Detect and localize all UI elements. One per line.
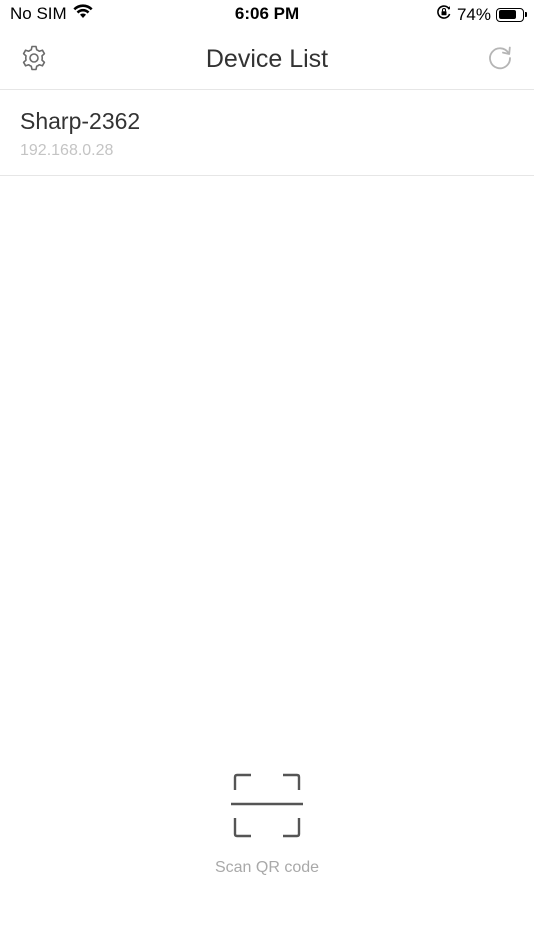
qr-scan-icon (231, 772, 303, 845)
refresh-icon (486, 44, 514, 77)
status-right: 74% (436, 4, 527, 25)
device-list-screen: No SIM 6:06 PM 74% Device List Sharp-236… (0, 0, 534, 950)
device-list-item[interactable]: Sharp-2362 192.168.0.28 (0, 91, 534, 176)
scan-qr-label: Scan QR code (214, 859, 320, 876)
scan-qr-button[interactable]: Scan QR code (0, 772, 534, 877)
device-name: Sharp-2362 (20, 108, 141, 134)
battery-percent: 74% (456, 4, 491, 24)
orientation-lock-icon (436, 4, 452, 25)
page-title: Device List (205, 45, 329, 73)
battery-icon (496, 7, 527, 22)
nav-bar: Device List (0, 30, 534, 90)
battery-nub (525, 12, 527, 17)
status-bar: No SIM 6:06 PM 74% (0, 0, 534, 30)
battery-fill (498, 10, 516, 19)
refresh-button[interactable] (485, 45, 515, 75)
device-ip: 192.168.0.28 (20, 142, 114, 159)
